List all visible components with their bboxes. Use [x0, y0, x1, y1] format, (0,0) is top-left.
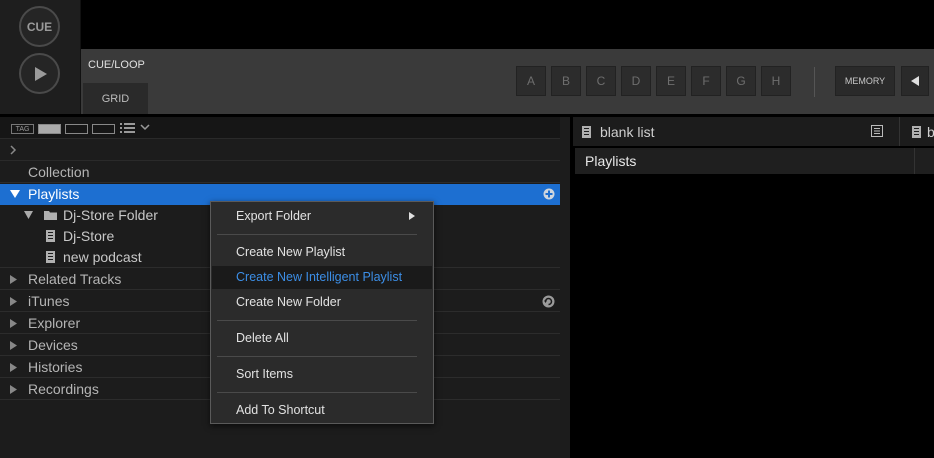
triangle-right-icon[interactable]: [10, 297, 17, 306]
view-mode-3-button[interactable]: [92, 124, 115, 134]
triangle-right-icon[interactable]: [10, 319, 17, 328]
divider: [814, 67, 815, 97]
tree-item-label: Playlists: [28, 186, 80, 202]
browser-toolbar: TAG: [0, 117, 560, 139]
tree-item-label: Dj-Store: [63, 228, 115, 244]
tree-item-label: new podcast: [63, 249, 142, 265]
tab-title: blank list: [600, 124, 655, 140]
hotcue-h-button[interactable]: H: [761, 66, 791, 96]
triangle-right-icon[interactable]: [10, 385, 17, 394]
grid-tab[interactable]: GRID: [83, 83, 148, 114]
menu-item-export-folder[interactable]: Export Folder: [212, 205, 432, 228]
menu-item-create-new-folder[interactable]: Create New Folder: [212, 291, 432, 314]
tree-item-label: Related Tracks: [28, 271, 122, 287]
tree-item-label: Devices: [28, 337, 78, 353]
column-header-label: Playlists: [585, 153, 637, 169]
cueloop-tab[interactable]: CUE/LOOP: [88, 59, 145, 71]
tree-item-collection[interactable]: Collection: [0, 162, 560, 183]
chevron-right-icon[interactable]: [9, 144, 17, 156]
list-icon[interactable]: [120, 122, 136, 134]
playlist-icon: [46, 230, 55, 242]
tree-item-label: iTunes: [28, 293, 70, 309]
hotcue-b-button[interactable]: B: [551, 66, 581, 96]
view-mode-2-button[interactable]: [65, 124, 88, 134]
menu-item-label: Create New Playlist: [236, 245, 346, 259]
menu-item-sort-items[interactable]: Sort Items: [212, 363, 432, 386]
tree-item-label: Recordings: [28, 381, 99, 397]
menu-item-add-to-shortcut[interactable]: Add To Shortcut: [212, 399, 432, 422]
tree-item-label: Histories: [28, 359, 83, 375]
memory-button[interactable]: MEMORY: [835, 66, 895, 96]
chevron-down-icon[interactable]: [140, 123, 150, 131]
deck-control-bar: CUE/LOOP GRID A B C D E F G H MEMORY: [81, 49, 934, 114]
playlist-icon: [46, 251, 55, 263]
menu-item-create-new-intelligent-playlist[interactable]: Create New Intelligent Playlist: [212, 266, 432, 289]
refresh-icon[interactable]: [542, 295, 555, 308]
play-icon: [35, 66, 47, 81]
menu-item-label: Sort Items: [236, 367, 293, 381]
menu-item-delete-all[interactable]: Delete All: [212, 327, 432, 350]
menu-item-create-new-playlist[interactable]: Create New Playlist: [212, 241, 432, 264]
column-header-extra[interactable]: [915, 148, 934, 174]
menu-item-label: Create New Intelligent Playlist: [236, 270, 403, 284]
hotcue-a-button[interactable]: A: [516, 66, 546, 96]
menu-separator: [217, 392, 417, 393]
playlists-context-menu: Export Folder Create New Playlist Create…: [210, 201, 434, 424]
menu-separator: [217, 234, 417, 235]
tag-button[interactable]: TAG: [11, 124, 34, 134]
play-button[interactable]: [19, 53, 60, 94]
triangle-down-icon[interactable]: [10, 190, 20, 198]
triangle-left-icon: [911, 76, 919, 86]
hotcue-d-button[interactable]: D: [621, 66, 651, 96]
tab-title: b: [927, 124, 934, 140]
view-mode-1-button[interactable]: [38, 124, 61, 134]
hotcue-e-button[interactable]: E: [656, 66, 686, 96]
browser-path-row: [0, 140, 560, 161]
track-list-panel: blank list b Playlists: [573, 117, 934, 458]
menu-item-label: Export Folder: [236, 209, 312, 223]
plus-icon[interactable]: [543, 188, 555, 200]
menu-item-label: Create New Folder: [236, 295, 341, 309]
tab-next[interactable]: b: [905, 117, 934, 146]
tree-item-label: Explorer: [28, 315, 81, 331]
column-header-playlists[interactable]: Playlists: [575, 148, 915, 174]
menu-separator: [217, 356, 417, 357]
triangle-right-icon[interactable]: [10, 275, 17, 284]
hotcue-f-button[interactable]: F: [691, 66, 721, 96]
triangle-down-icon[interactable]: [24, 211, 33, 219]
tab-strip: blank list b: [573, 117, 934, 146]
cue-button[interactable]: CUE: [19, 6, 60, 47]
menu-item-label: Delete All: [236, 331, 289, 345]
triangle-right-icon: [409, 212, 415, 220]
deck-transport: CUE: [0, 0, 81, 114]
menu-separator: [217, 320, 417, 321]
previous-memory-button[interactable]: [901, 66, 929, 96]
tree-item-label: Collection: [28, 164, 90, 180]
hotcue-c-button[interactable]: C: [586, 66, 616, 96]
hotcue-g-button[interactable]: G: [726, 66, 756, 96]
playlist-icon: [582, 126, 591, 138]
tree-item-label: Dj-Store Folder: [63, 207, 158, 223]
menu-item-label: Add To Shortcut: [236, 403, 325, 417]
playlist-icon: [912, 126, 921, 138]
tab-blank-list[interactable]: blank list: [573, 117, 900, 146]
menu-icon[interactable]: [871, 125, 883, 137]
triangle-right-icon[interactable]: [10, 363, 17, 372]
folder-icon: [44, 211, 57, 220]
triangle-right-icon[interactable]: [10, 341, 17, 350]
